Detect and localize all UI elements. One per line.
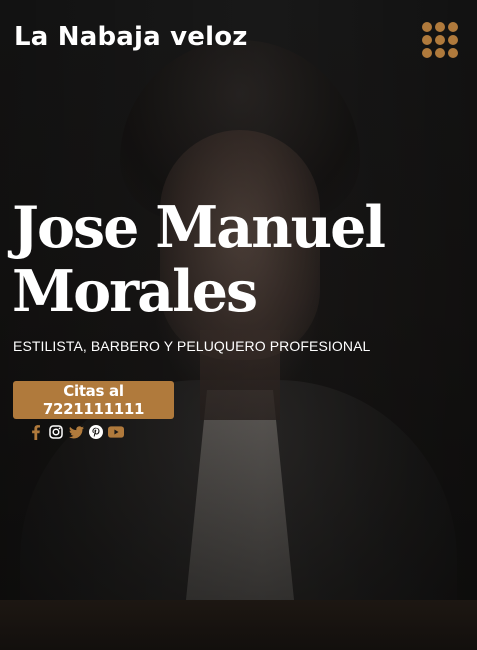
instagram-link[interactable] xyxy=(48,424,64,440)
twitter-link[interactable] xyxy=(68,424,84,440)
next-section-edge xyxy=(0,600,477,650)
pinterest-icon xyxy=(89,425,103,439)
youtube-icon xyxy=(108,426,124,438)
hero-title: Jose Manuel Morales xyxy=(12,196,452,324)
instagram-icon xyxy=(49,425,63,439)
site-brand[interactable]: La Nabaja veloz xyxy=(14,22,248,52)
book-appointment-button[interactable]: Citas al 7221111111 xyxy=(13,381,174,419)
grid-dots-icon xyxy=(422,22,432,32)
menu-button[interactable] xyxy=(422,22,460,60)
facebook-link[interactable] xyxy=(28,424,44,440)
twitter-icon xyxy=(68,425,84,438)
pinterest-link[interactable] xyxy=(88,424,104,440)
facebook-icon xyxy=(32,424,40,440)
social-links xyxy=(28,424,124,440)
hero-title-line1: Jose Manuel xyxy=(12,194,386,261)
youtube-link[interactable] xyxy=(108,424,124,440)
hero-tagline: ESTILISTA, BARBERO Y PELUQUERO PROFESION… xyxy=(13,338,371,354)
hero-title-line2: Morales xyxy=(12,258,258,325)
